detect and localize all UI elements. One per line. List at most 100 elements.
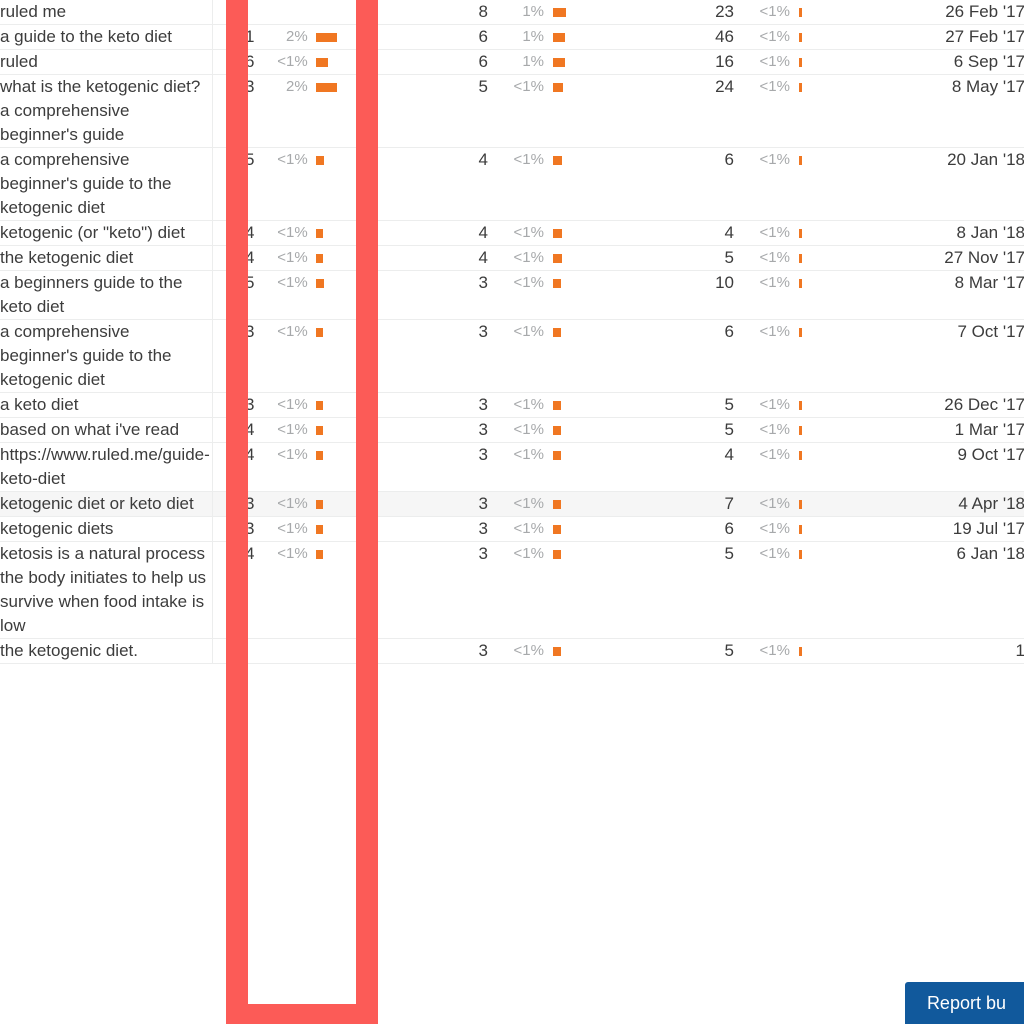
metric-cell-m2: 3 <1%: [361, 320, 613, 393]
table-row[interactable]: what is the ketogenic diet? a comprehens…: [0, 74, 1024, 148]
keyword-cell: ketogenic diet or keto diet: [0, 491, 213, 517]
metric-bar-container: [308, 246, 361, 270]
metric-value: 16: [715, 52, 734, 71]
metric-value: 8: [478, 2, 488, 21]
metric-bar: [315, 500, 323, 510]
table-row[interactable]: a guide to the keto diet 11 2% 6 1% 46 <1% 27 F…: [0, 24, 1024, 50]
metric-bar: [799, 328, 802, 338]
metric-bar-container: [544, 639, 613, 663]
metric-bar-container: [308, 148, 361, 172]
metric-value: 3: [244, 395, 255, 414]
table-row[interactable]: the ketogenic diet. 3 <1% 5 <1% 1: [0, 638, 1024, 664]
metric-value: 3: [244, 519, 255, 538]
table-row[interactable]: the ketogenic diet 4 <1% 4 <1% 5 <1% 27 Nov '17: [0, 245, 1024, 271]
metric-bar: [553, 401, 561, 411]
metric-percent: <1%: [513, 545, 544, 562]
table-row[interactable]: a comprehensive beginner's guide to the …: [0, 319, 1024, 393]
metric-percent: <1%: [277, 446, 308, 463]
metric-cell-m3: 16 <1%: [613, 50, 865, 75]
metric-percent: <1%: [513, 446, 544, 463]
metric-bar: [553, 426, 561, 436]
metric-value: 5: [478, 77, 488, 96]
table-row[interactable]: ketosis is a natural process the body in…: [0, 541, 1024, 639]
metric-cell-m2: 4 <1%: [361, 246, 613, 271]
metric-bar: [799, 229, 802, 239]
metric-value: 5: [724, 641, 734, 660]
metric-cell-m2: 3 <1%: [361, 271, 613, 320]
metric-percent: <1%: [513, 421, 544, 438]
metric-bar-container: [790, 50, 865, 74]
metric-cell-m2: 8 1%: [361, 0, 613, 25]
metric-cell-m1: 3 <1%: [213, 320, 362, 393]
table-row[interactable]: ruled 6 <1% 6 1% 16 <1% 6 Sep '17: [0, 49, 1024, 75]
metric-value: 3: [244, 322, 255, 341]
metric-bar: [315, 229, 323, 239]
metric-value: 4: [244, 248, 255, 267]
metric-bar: [553, 451, 561, 461]
metric-cell-m3: 4 <1%: [613, 221, 865, 246]
metric-bar: [553, 229, 562, 239]
metric-value: 3: [244, 494, 255, 513]
metric-cell-m1: 5 <1%: [213, 148, 362, 221]
metric-cell-m2: 3 <1%: [361, 443, 613, 492]
metric-cell-m1: 3 <1%: [213, 492, 362, 517]
metric-cell-m3: 7 <1%: [613, 492, 865, 517]
metric-bar-container: [790, 542, 865, 566]
metric-value: 6: [478, 52, 488, 71]
metric-percent: <1%: [759, 151, 790, 168]
metric-value: 6: [724, 322, 734, 341]
keyword-cell: ruled: [0, 49, 213, 75]
metric-percent: <1%: [277, 249, 308, 266]
metric-value: 24: [715, 77, 734, 96]
metric-bar: [553, 33, 565, 43]
table-row[interactable]: ketogenic diets 3 <1% 3 <1% 6 <1% 19 Jul '17: [0, 516, 1024, 542]
metric-percent: <1%: [513, 224, 544, 241]
metric-bar-container: [790, 393, 865, 417]
metric-cell-m3: 5 <1%: [613, 418, 865, 443]
metric-cell-m1: 3 <1%: [213, 393, 362, 418]
table-row[interactable]: ketogenic (or "keto") diet 4 <1% 4 <1% 4 <1% 8 …: [0, 220, 1024, 246]
metric-percent: <1%: [277, 53, 308, 70]
metric-percent: <1%: [759, 421, 790, 438]
date-cell: 6 Sep '17: [953, 52, 1024, 71]
metric-cell-m1: 4 <1%: [213, 418, 362, 443]
table-row[interactable]: ruled me 8 1% 23 <1% 26 Feb '17: [0, 0, 1024, 25]
date-cell: 8 Jan '18: [956, 223, 1024, 242]
date-cell: 1: [1015, 641, 1024, 660]
metric-bar-container: [544, 246, 613, 270]
metric-value: 4: [478, 150, 488, 169]
metric-cell-m1: 11 2%: [213, 25, 362, 50]
table-row[interactable]: a comprehensive beginner's guide to the …: [0, 147, 1024, 221]
metric-bar-container: [308, 271, 361, 295]
metric-value: 6: [244, 52, 255, 71]
date-cell: 26 Dec '17: [944, 395, 1024, 414]
metric-bar: [553, 58, 565, 68]
metric-value: 3: [478, 273, 488, 292]
keyword-cell: based on what i've read: [0, 417, 213, 443]
metric-percent: <1%: [277, 421, 308, 438]
metric-bar: [799, 426, 802, 436]
metric-bar-container: [790, 271, 865, 295]
metric-percent: <1%: [759, 520, 790, 537]
metric-percent: <1%: [277, 323, 308, 340]
date-cell: 20 Jan '18: [947, 150, 1024, 169]
report-bug-button[interactable]: Report bu: [904, 982, 1024, 1024]
metric-cell-m3: 5 <1%: [613, 393, 865, 418]
table-row[interactable]: a beginners guide to the keto diet 5 <1% 3 <…: [0, 270, 1024, 320]
table-row[interactable]: a keto diet 3 <1% 3 <1% 5 <1% 26 Dec '17: [0, 392, 1024, 418]
date-cell: 8 May '17: [951, 77, 1024, 96]
metric-value: 5: [244, 150, 255, 169]
metric-cell-m3: 6 <1%: [613, 148, 865, 221]
table-row[interactable]: https://www.ruled.me/guide-keto-diet 4 <1%…: [0, 442, 1024, 492]
table-row[interactable]: ketogenic diet or keto diet 3 <1% 3 <1% 7 <1% 4…: [0, 491, 1024, 517]
keyword-cell: a keto diet: [0, 392, 213, 418]
metric-bar-container: [544, 50, 613, 74]
metric-value: 4: [244, 445, 255, 464]
metric-cell-m3: 24 <1%: [613, 75, 865, 148]
table-row[interactable]: based on what i've read 4 <1% 3 <1% 5 <1% 1 Mar…: [0, 417, 1024, 443]
metric-percent: 1%: [522, 28, 544, 45]
metric-bar-container: [308, 75, 361, 99]
metric-cell-m1: 13 2%: [213, 75, 362, 148]
metric-bar-container: [308, 320, 361, 344]
metric-cell-m2: 3 <1%: [361, 418, 613, 443]
